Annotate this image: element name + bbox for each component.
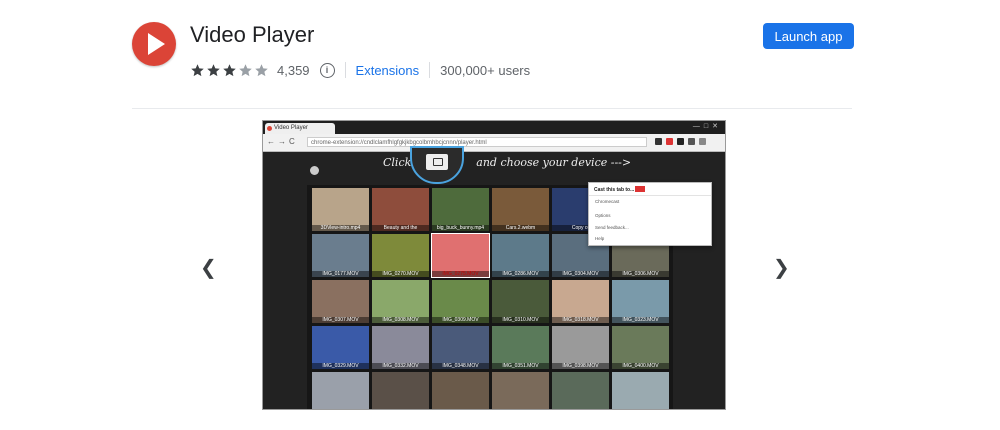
thumbnail-label: IMG_0400.MOV (612, 363, 669, 369)
app-title: Video Player (190, 22, 315, 47)
thumbnail-label: IMG_0318.MOV (552, 317, 609, 323)
thumbnail-label: IMG_0310.MOV (492, 317, 549, 323)
cast-highlight (410, 146, 464, 184)
thumbnail-label: IMG_0323.MOV (612, 317, 669, 323)
app-logo (132, 22, 176, 66)
play-icon (148, 33, 165, 55)
extension-icon (688, 138, 695, 145)
video-thumbnail (492, 372, 549, 409)
popup-item: Options (595, 213, 611, 218)
popup-item: Chromecast (595, 199, 620, 204)
extension-icon (677, 138, 684, 145)
rating-count[interactable]: 4,359 (277, 63, 310, 78)
player-area: Click and choose your device ---> 3DView… (263, 146, 725, 409)
cast-icon (426, 154, 448, 170)
browser-tab: Video Player (265, 123, 335, 134)
divider (132, 108, 852, 109)
url-bar: chrome-extension://cndlclamfhlgfgkjkbgco… (307, 137, 647, 147)
menu-icon (699, 138, 706, 145)
browser-toolbar: ←→C chrome-extension://cndlclamfhlgfgkjk… (263, 134, 725, 152)
chevron-right-icon[interactable]: ❯ (773, 255, 790, 279)
info-icon[interactable]: i (319, 62, 335, 78)
tab-title: Video Player (274, 125, 308, 131)
extension-icon (655, 138, 662, 145)
launch-app-button[interactable]: Launch app (763, 23, 854, 49)
video-thumbnail: IMG_0400.MOV (612, 326, 669, 369)
video-thumbnail: IMG_0309.MOV (432, 280, 489, 323)
thumbnail-label: IMG_0275.MOV (432, 271, 489, 277)
video-thumbnail: IMG_0318.MOV (552, 280, 609, 323)
video-thumbnail (372, 372, 429, 409)
video-thumbnail: IMG_0323.MOV (612, 280, 669, 323)
video-thumbnail: big_buck_bunny.mp4 (432, 188, 489, 231)
video-thumbnail: IMG_0177.MOV (312, 234, 369, 277)
star-empty-icon (255, 63, 268, 76)
star-filled-icon (223, 63, 236, 76)
video-thumbnail: IMG_0398.MOV (552, 326, 609, 369)
thumbnail-label: IMG_0309.MOV (432, 317, 489, 323)
thumbnail-label: IMG_0398.MOV (552, 363, 609, 369)
gear-icon (310, 166, 319, 175)
star-filled-icon (207, 63, 220, 76)
thumbnail-label: IMG_0307.MOV (312, 317, 369, 323)
thumbnail-label: IMG_0308.MOV (372, 317, 429, 323)
video-thumbnail: 3DView-intro.mp4 (312, 188, 369, 231)
user-count: 300,000+ users (440, 62, 531, 78)
thumbnail-label: IMG_0351.MOV (492, 363, 549, 369)
divider (429, 62, 431, 78)
star-filled-icon (191, 63, 204, 76)
video-thumbnail (312, 372, 369, 409)
video-thumbnail (612, 372, 669, 409)
video-thumbnail: IMG_0308.MOV (372, 280, 429, 323)
video-thumbnail (552, 372, 609, 409)
video-thumbnail: Cars.2.webm (492, 188, 549, 231)
extension-icon (666, 138, 673, 145)
meta-row: 4,359 i Extensions 300,000+ users (190, 61, 530, 79)
popup-item: Send feedback... (595, 225, 629, 230)
thumbnail-label: IMG_0270.MOV (372, 271, 429, 277)
thumbnail-label: 3DView-intro.mp4 (312, 225, 369, 231)
video-thumbnail: IMG_0310.MOV (492, 280, 549, 323)
video-thumbnail: Beauty and the (372, 188, 429, 231)
extension-icons (655, 138, 706, 145)
thumbnail-label: IMG_0348.MOV (432, 363, 489, 369)
rating-stars (190, 63, 269, 78)
thumbnail-label: IMG_0286.MOV (492, 271, 549, 277)
thumbnail-label: Cars.2.webm (492, 225, 549, 231)
video-thumbnail: IMG_0329.MOV (312, 326, 369, 369)
thumbnail-label: IMG_0329.MOV (312, 363, 369, 369)
screenshot-image: Video Player —□✕ ←→C chrome-extension://… (262, 120, 726, 410)
thumbnail-label: IMG_0304.MOV (552, 271, 609, 277)
chevron-left-icon[interactable]: ❮ (200, 255, 217, 279)
thumbnail-label: IMG_0306.MOV (612, 271, 669, 277)
hint-text-end: and choose your device ---> (476, 156, 632, 169)
video-thumbnail: IMG_0332.MOV (372, 326, 429, 369)
divider (344, 62, 346, 78)
video-thumbnail: IMG_0275.MOV (431, 233, 490, 278)
window-controls-icon: —□✕ (692, 123, 722, 130)
popup-title: Cast this tab to... (594, 187, 635, 193)
thumbnail-label: big_buck_bunny.mp4 (432, 225, 489, 231)
hint-text-start: Click (383, 156, 412, 169)
star-empty-icon (239, 63, 252, 76)
video-thumbnail: IMG_0348.MOV (432, 326, 489, 369)
tab-favicon-icon (267, 126, 272, 131)
video-thumbnail: IMG_0286.MOV (492, 234, 549, 277)
video-thumbnail (432, 372, 489, 409)
popup-badge (635, 186, 645, 192)
video-thumbnail: IMG_0270.MOV (372, 234, 429, 277)
browser-nav-icon: ←→C (267, 137, 298, 146)
thumbnail-label: IMG_0332.MOV (372, 363, 429, 369)
video-thumbnail: IMG_0351.MOV (492, 326, 549, 369)
popup-item: Help (595, 236, 605, 241)
video-thumbnail: IMG_0307.MOV (312, 280, 369, 323)
category-link[interactable]: Extensions (356, 63, 420, 78)
browser-tabbar: Video Player —□✕ (263, 121, 725, 134)
thumbnail-label: Beauty and the (372, 225, 429, 231)
cast-popup: Cast this tab to... Chromecast Options S… (588, 182, 712, 246)
thumbnail-label: IMG_0177.MOV (312, 271, 369, 277)
divider (589, 195, 711, 196)
